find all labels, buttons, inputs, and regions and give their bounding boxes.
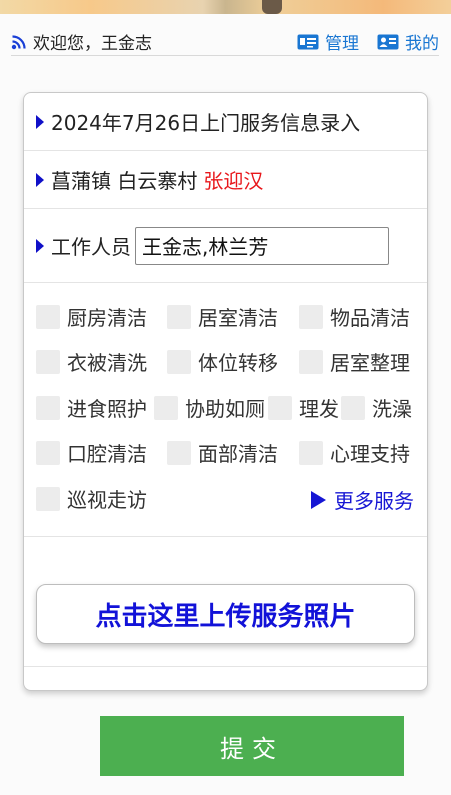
service-option[interactable]: 衣被清洗 [36, 347, 147, 376]
service-option[interactable]: 居室整理 [299, 347, 410, 376]
service-option[interactable]: 心理支持 [299, 438, 410, 467]
service-label: 面部清洁 [198, 442, 278, 466]
service-checkbox[interactable] [341, 395, 365, 420]
mine-link[interactable]: 我的 [377, 29, 439, 54]
client-name: 张迎汉 [203, 169, 264, 193]
service-option[interactable]: 理发 [268, 393, 339, 422]
worker-row: 工作人员 [24, 209, 427, 283]
service-checkbox[interactable] [36, 304, 60, 329]
upload-photo-button[interactable]: 点击这里上传服务照片 [36, 584, 415, 644]
id-card-icon [297, 34, 319, 49]
service-checkbox[interactable] [299, 440, 323, 465]
service-option[interactable]: 口腔清洁 [36, 438, 147, 467]
top-bar: 欢迎您，王金志 管理 我的 [11, 28, 439, 56]
form-title: 2024年7月26日上门服务信息录入 [51, 111, 361, 135]
worker-label: 工作人员 [51, 235, 131, 259]
service-label: 口腔清洁 [67, 442, 147, 466]
service-label: 心理支持 [330, 442, 410, 466]
submit-label: 提交 [220, 734, 284, 763]
service-option[interactable]: 体位转移 [167, 347, 278, 376]
welcome-text: 欢迎您，王金志 [33, 34, 152, 54]
service-label: 居室清洁 [198, 306, 278, 330]
caret-right-icon [36, 238, 44, 253]
header-banner [0, 0, 451, 14]
service-label: 物品清洁 [330, 306, 410, 330]
service-option[interactable]: 洗澡 [341, 393, 412, 422]
service-checkbox[interactable] [167, 440, 191, 465]
service-checkbox[interactable] [167, 349, 191, 374]
service-label: 巡视走访 [67, 488, 147, 512]
top-nav: 管理 我的 [297, 29, 439, 54]
service-checkbox[interactable] [36, 395, 60, 420]
upload-photo-label: 点击这里上传服务照片 [95, 601, 356, 632]
service-label: 衣被清洗 [67, 351, 147, 375]
service-checkbox[interactable] [36, 349, 60, 374]
service-label: 居室整理 [330, 351, 410, 375]
rss-icon [11, 34, 26, 49]
service-entry-card: 2024年7月26日上门服务信息录入 菖蒲镇 白云寨村 张迎汉 工作人员 厨房清… [23, 92, 428, 691]
client-row: 菖蒲镇 白云寨村 张迎汉 [24, 151, 427, 209]
service-label: 进食照护 [67, 397, 147, 421]
service-label: 理发 [299, 397, 339, 421]
service-option[interactable]: 物品清洁 [299, 302, 410, 331]
service-option[interactable]: 巡视走访 [36, 484, 147, 513]
service-checkbox[interactable] [154, 395, 178, 420]
mine-label: 我的 [405, 34, 439, 54]
manage-link[interactable]: 管理 [297, 29, 359, 54]
service-label: 协助如厕 [185, 397, 265, 421]
form-title-row: 2024年7月26日上门服务信息录入 [24, 93, 427, 151]
service-checkbox[interactable] [268, 395, 292, 420]
service-checkbox[interactable] [36, 440, 60, 465]
contact-card-icon [377, 34, 399, 49]
service-checkbox[interactable] [167, 304, 191, 329]
caret-right-icon [36, 172, 44, 187]
service-option[interactable]: 面部清洁 [167, 438, 278, 467]
service-option[interactable]: 厨房清洁 [36, 302, 147, 331]
manage-label: 管理 [325, 34, 359, 54]
service-checkbox[interactable] [299, 304, 323, 329]
service-checkbox[interactable] [36, 486, 60, 511]
submit-button[interactable]: 提交 [100, 716, 404, 776]
banner-figure [262, 0, 282, 14]
service-label: 洗澡 [372, 397, 412, 421]
service-label: 体位转移 [198, 351, 278, 375]
worker-input[interactable] [135, 226, 389, 265]
divider [24, 666, 427, 667]
more-services-link[interactable]: 更多服务 [311, 485, 414, 514]
divider [24, 536, 427, 537]
caret-right-icon [36, 114, 44, 129]
service-option[interactable]: 协助如厕 [154, 393, 265, 422]
service-option[interactable]: 进食照护 [36, 393, 147, 422]
service-label: 厨房清洁 [67, 306, 147, 330]
service-option[interactable]: 居室清洁 [167, 302, 278, 331]
client-location: 菖蒲镇 白云寨村 [51, 169, 198, 193]
play-icon [311, 490, 326, 509]
service-checkbox[interactable] [299, 349, 323, 374]
more-services-label: 更多服务 [334, 489, 414, 513]
